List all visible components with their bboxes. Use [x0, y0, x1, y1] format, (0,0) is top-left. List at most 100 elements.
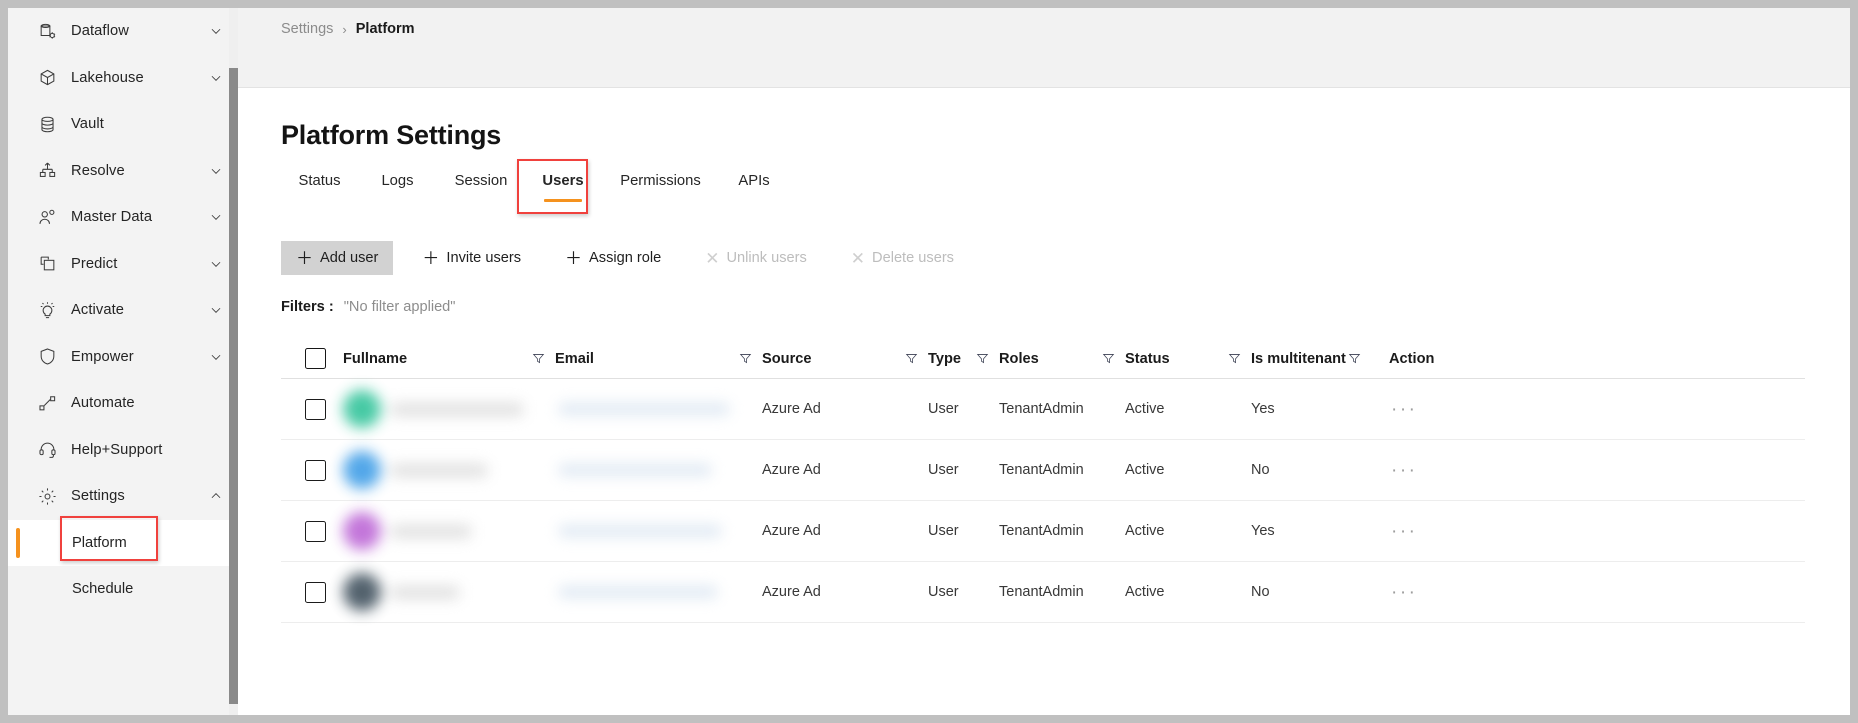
- tab-label: Logs: [381, 173, 414, 189]
- sidebar-item-dataflow[interactable]: Dataflow: [8, 8, 238, 55]
- delete-users-button[interactable]: ✕ Delete users: [836, 241, 969, 275]
- column-header-fullname[interactable]: Fullname: [343, 351, 555, 367]
- sidebar-item-label: Automate: [71, 395, 135, 412]
- filter-icon[interactable]: [905, 352, 918, 365]
- row-checkbox[interactable]: [305, 581, 326, 603]
- tab-active-underline: [544, 199, 582, 202]
- close-icon: ✕: [850, 248, 866, 268]
- row-checkbox[interactable]: [305, 520, 326, 542]
- source-value: Azure Ad: [762, 523, 821, 539]
- type-value: User: [928, 523, 959, 539]
- sidebar-scrollbar-track[interactable]: [229, 8, 238, 715]
- chevron-down-icon[interactable]: [208, 209, 224, 225]
- chevron-up-icon[interactable]: [208, 488, 224, 504]
- unlink-users-button[interactable]: ✕ Unlink users: [690, 241, 822, 275]
- cell-source: Azure Ad: [762, 584, 928, 600]
- filter-icon[interactable]: [1348, 352, 1361, 365]
- table-row[interactable]: Azure Ad User TenantAdmin Active Yes ···: [281, 379, 1805, 440]
- filter-icon[interactable]: [739, 352, 752, 365]
- cell-status: Active: [1125, 523, 1251, 539]
- select-all-checkbox[interactable]: [305, 348, 326, 369]
- filters-value[interactable]: "No filter applied": [344, 299, 456, 315]
- sidebar-item-empower[interactable]: Empower: [8, 334, 238, 381]
- chevron-down-icon[interactable]: [208, 23, 224, 39]
- cell-action: ···: [1389, 583, 1805, 602]
- sidebar-item-automate[interactable]: Automate: [8, 380, 238, 427]
- assign-role-button[interactable]: ＋ Assign role: [550, 241, 676, 275]
- sidebar-subitem-schedule[interactable]: Schedule: [8, 566, 238, 613]
- tab-status[interactable]: Status: [281, 167, 358, 189]
- table-row[interactable]: Azure Ad User TenantAdmin Active Yes ···: [281, 501, 1805, 562]
- filter-icon[interactable]: [532, 352, 545, 365]
- column-label: Roles: [999, 350, 1039, 367]
- row-actions-menu-icon[interactable]: ···: [1389, 400, 1417, 419]
- table-row[interactable]: Azure Ad User TenantAdmin Active No ···: [281, 562, 1805, 623]
- row-actions-menu-icon[interactable]: ···: [1389, 461, 1417, 480]
- sidebar-item-vault[interactable]: Vault: [8, 101, 238, 148]
- cell-is-multitenant: No: [1251, 584, 1389, 600]
- filter-icon[interactable]: [1228, 352, 1241, 365]
- name-placeholder: [391, 585, 459, 599]
- row-select-cell: [281, 459, 343, 481]
- cell-roles: TenantAdmin: [999, 401, 1125, 417]
- source-value: Azure Ad: [762, 462, 821, 478]
- cell-roles: TenantAdmin: [999, 462, 1125, 478]
- filter-icon[interactable]: [976, 352, 989, 365]
- tab-label: Session: [454, 173, 508, 189]
- chevron-down-icon[interactable]: [208, 70, 224, 86]
- column-header-is-multitenant[interactable]: Is multitenant: [1251, 351, 1389, 367]
- column-header-source[interactable]: Source: [762, 351, 928, 367]
- cell-is-multitenant: No: [1251, 462, 1389, 478]
- add-user-button[interactable]: ＋ Add user: [281, 241, 394, 275]
- chevron-down-icon[interactable]: [208, 256, 224, 272]
- row-actions-menu-icon[interactable]: ···: [1389, 522, 1417, 541]
- table-row[interactable]: Azure Ad User TenantAdmin Active No ···: [281, 440, 1805, 501]
- tab-users[interactable]: Users: [525, 167, 601, 202]
- sidebar-item-lakehouse[interactable]: Lakehouse: [8, 55, 238, 102]
- cell-is-multitenant: Yes: [1251, 401, 1389, 417]
- status-value: Active: [1125, 401, 1165, 417]
- avatar: [343, 390, 381, 428]
- tab-session[interactable]: Session: [437, 167, 525, 189]
- tab-logs[interactable]: Logs: [358, 167, 437, 189]
- column-header-roles[interactable]: Roles: [999, 351, 1125, 367]
- filter-icon[interactable]: [1102, 352, 1115, 365]
- avatar: [343, 512, 381, 550]
- tab-permissions[interactable]: Permissions: [601, 167, 720, 189]
- chevron-down-icon[interactable]: [208, 163, 224, 179]
- row-actions-menu-icon[interactable]: ···: [1389, 583, 1417, 602]
- chevron-down-icon[interactable]: [208, 302, 224, 318]
- column-label: Is multitenant: [1251, 350, 1346, 367]
- row-checkbox[interactable]: [305, 459, 326, 481]
- sidebar-subitem-platform[interactable]: Platform: [8, 519, 238, 566]
- column-header-email[interactable]: Email: [555, 351, 762, 367]
- select-all-cell: [281, 348, 343, 369]
- multitenant-value: Yes: [1251, 401, 1275, 417]
- chevron-down-icon[interactable]: [208, 349, 224, 365]
- multitenant-value: Yes: [1251, 523, 1275, 539]
- column-header-status[interactable]: Status: [1125, 351, 1251, 367]
- sidebar-item-help-support[interactable]: Help+Support: [8, 427, 238, 474]
- row-checkbox[interactable]: [305, 398, 326, 420]
- sidebar-item-settings[interactable]: Settings: [8, 473, 238, 520]
- sidebar-item-activate[interactable]: Activate: [8, 287, 238, 334]
- cell-action: ···: [1389, 400, 1805, 419]
- plus-icon: ＋: [296, 248, 313, 268]
- invite-users-button[interactable]: ＋ Invite users: [407, 241, 536, 275]
- avatar: [343, 451, 381, 489]
- sidebar-item-master-data[interactable]: Master Data: [8, 194, 238, 241]
- roles-value: TenantAdmin: [999, 401, 1084, 417]
- roles-value: TenantAdmin: [999, 523, 1084, 539]
- breadcrumb-parent[interactable]: Settings: [281, 21, 333, 37]
- sidebar-scrollbar-thumb[interactable]: [229, 68, 238, 704]
- multitenant-value: No: [1251, 462, 1270, 478]
- sidebar-item-resolve[interactable]: Resolve: [8, 148, 238, 195]
- sidebar-item-predict[interactable]: Predict: [8, 241, 238, 288]
- column-label: Status: [1125, 350, 1170, 367]
- add-user-label: Add user: [320, 250, 379, 266]
- tab-apis[interactable]: APIs: [720, 167, 788, 189]
- cell-type: User: [928, 401, 999, 417]
- column-header-type[interactable]: Type: [928, 351, 999, 367]
- lightbulb-icon: [36, 299, 58, 321]
- delete-users-label: Delete users: [872, 250, 954, 266]
